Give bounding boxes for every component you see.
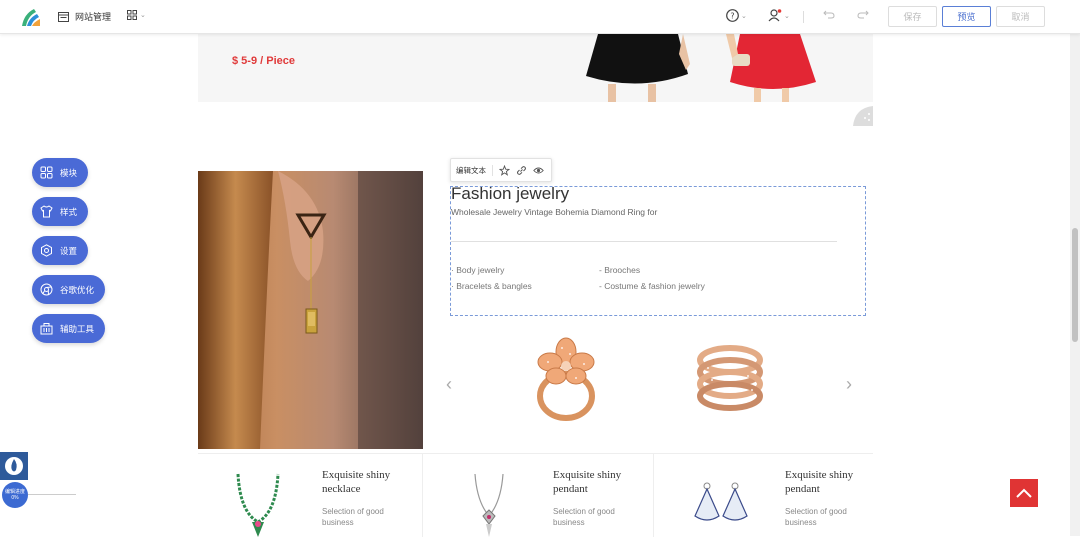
gear-icon	[40, 244, 53, 257]
product-description: Selection of good business	[785, 506, 875, 528]
section-subtitle: Wholesale Jewelry Vintage Bohemia Diamon…	[451, 207, 657, 217]
chevron-up-icon	[1016, 488, 1032, 498]
list-item: - Costume & fashion jewelry	[599, 281, 705, 291]
help-menu[interactable]: ? ⌄	[726, 9, 747, 22]
site-management-menu[interactable]: 网站管理	[58, 10, 111, 23]
necklace-image	[228, 472, 288, 537]
earring-photo[interactable]	[198, 171, 423, 449]
shirt-icon	[40, 205, 53, 218]
edit-text-button[interactable]: 编辑文本	[456, 165, 493, 176]
cancel-button[interactable]: 取消	[996, 6, 1045, 27]
black-dress-image	[578, 34, 698, 102]
spiral-ring-image[interactable]	[690, 338, 770, 422]
chevron-down-icon: ⌄	[140, 11, 146, 19]
sidebar-item-seo[interactable]: 谷歌优化	[32, 275, 105, 304]
product-cards: Exquisite shiny necklace Selection of go…	[198, 453, 873, 536]
product-name: Exquisite shiny pendant	[553, 468, 648, 496]
carousel-next-arrow-icon[interactable]: ›	[846, 374, 852, 395]
earrings-image	[689, 472, 753, 537]
chevron-down-icon: ⌄	[784, 12, 790, 20]
redo-icon	[857, 9, 869, 19]
redo-button[interactable]	[857, 9, 869, 19]
corner-decoration	[853, 106, 873, 126]
progress-line	[28, 494, 76, 495]
text-block[interactable]: Fashion jewelry Wholesale Jewelry Vintag…	[450, 186, 866, 316]
section-title: Fashion jewelry	[451, 184, 569, 204]
flame-icon	[4, 456, 24, 476]
list-item: - Brooches	[599, 265, 640, 275]
apps-menu[interactable]: ⌄	[127, 10, 146, 20]
user-menu[interactable]: ⌄	[768, 9, 790, 22]
edit-progress-badge[interactable]: 编辑进度 0%	[2, 482, 28, 508]
scrollbar-thumb[interactable]	[1072, 228, 1078, 342]
apps-grid-icon	[127, 10, 137, 20]
sidebar-item-styles[interactable]: 样式	[32, 197, 88, 226]
save-button[interactable]: 保存	[888, 6, 937, 27]
sidebar-item-modules[interactable]: 模块	[32, 158, 88, 187]
sidebar-item-tools[interactable]: 辅助工具	[32, 314, 105, 343]
carousel-prev-arrow-icon[interactable]: ‹	[446, 374, 452, 395]
top-toolbar: 网站管理 ⌄ ? ⌄ ⌄ 保存 预览 取消	[0, 0, 1080, 34]
product-name: Exquisite shiny necklace	[322, 468, 417, 496]
red-dress-image	[718, 34, 828, 102]
brand-logo[interactable]	[20, 6, 42, 28]
page-scrollbar[interactable]	[1070, 34, 1080, 536]
grid-icon	[40, 166, 53, 179]
chrome-icon	[40, 283, 53, 296]
toolbar-divider	[803, 11, 804, 23]
progress-value: 0%	[2, 495, 28, 501]
text-edit-toolbar: 编辑文本	[450, 158, 552, 182]
sidebar-item-label: 样式	[60, 206, 77, 218]
back-to-top-button[interactable]	[1010, 479, 1038, 507]
toolbox-icon	[40, 322, 53, 335]
product-card[interactable]: Exquisite shiny pendant Selection of goo…	[661, 454, 886, 537]
link-icon[interactable]	[516, 165, 527, 176]
undo-icon	[823, 9, 835, 19]
quick-help-widget[interactable]	[0, 452, 28, 480]
flower-ring-image[interactable]	[526, 334, 606, 426]
undo-button[interactable]	[823, 9, 835, 19]
list-item: · Body jewelry	[451, 265, 504, 275]
pendant-image	[459, 472, 519, 537]
product-description: Selection of good business	[322, 506, 412, 528]
list-item: · Bracelets & bangles	[451, 281, 532, 291]
product-name: Exquisite shiny pendant	[785, 468, 880, 496]
eye-icon[interactable]	[533, 165, 544, 176]
price-text: $ 5-9 / Piece	[232, 55, 295, 67]
promo-banner[interactable]: $ 5-9 / Piece	[198, 34, 873, 102]
sidebar-item-label: 设置	[60, 245, 77, 257]
magic-style-icon[interactable]	[499, 165, 510, 176]
page-canvas: $ 5-9 / Piece	[198, 34, 873, 536]
preview-button[interactable]: 预览	[942, 6, 991, 27]
chevron-down-icon: ⌄	[741, 12, 747, 20]
user-icon	[768, 9, 782, 22]
svg-text:?: ?	[730, 11, 734, 20]
window-icon	[58, 12, 69, 22]
divider	[451, 241, 837, 242]
sidebar-item-label: 谷歌优化	[60, 284, 94, 296]
product-description: Selection of good business	[553, 506, 643, 528]
product-card[interactable]: Exquisite shiny necklace Selection of go…	[198, 454, 423, 537]
site-management-label: 网站管理	[75, 10, 111, 23]
product-card[interactable]: Exquisite shiny pendant Selection of goo…	[429, 454, 654, 537]
sidebar-item-label: 模块	[60, 167, 77, 179]
help-icon: ?	[726, 9, 739, 22]
sidebar-item-settings[interactable]: 设置	[32, 236, 88, 265]
sidebar-item-label: 辅助工具	[60, 323, 94, 335]
